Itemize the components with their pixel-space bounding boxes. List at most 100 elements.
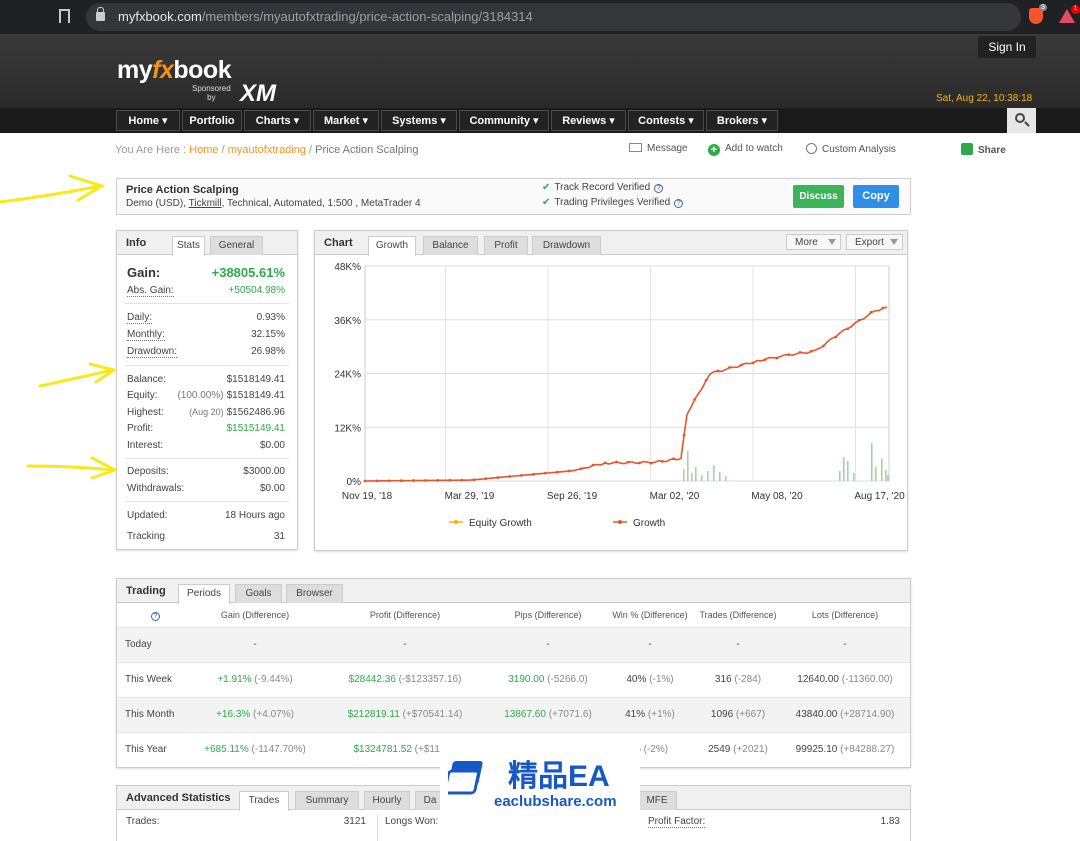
growth-point [869, 310, 873, 314]
growth-point [375, 479, 379, 483]
nav-community[interactable]: Community ▾ [459, 110, 549, 131]
brave-rewards-icon[interactable]: 1 [1059, 5, 1080, 23]
breadcrumb-user[interactable]: myautofxtrading [228, 144, 306, 156]
broker-link[interactable]: Tickmill [189, 198, 222, 209]
tab-drawdown[interactable]: Drawdown [532, 236, 601, 255]
growth-point [448, 478, 452, 482]
copy-button[interactable]: Copy [853, 185, 899, 208]
xm-logo[interactable]: XM [240, 80, 276, 108]
myfxbook-logo[interactable]: myfxbook [117, 56, 232, 85]
watermark: 精品EA eaclubshare.com [440, 745, 640, 841]
annotation-arrow [0, 174, 106, 204]
tab-profit[interactable]: Profit [484, 236, 528, 255]
nav-search-button[interactable] [1007, 108, 1036, 133]
growth-point [399, 479, 403, 483]
growth-point [704, 378, 708, 382]
growth-point [775, 356, 779, 360]
volume-bar [885, 470, 887, 481]
table-cell: +16.3% (+4.07%) [216, 709, 294, 720]
period-label: This Year [125, 744, 167, 755]
legend-growth[interactable]: Growth [633, 518, 665, 529]
url-text[interactable]: myfxbook.com/members/myautofxtrading/pri… [118, 9, 533, 24]
legend-equity-growth[interactable]: Equity Growth [469, 518, 532, 529]
export-dropdown[interactable]: Export [846, 234, 903, 250]
sign-in-button[interactable]: Sign In [978, 36, 1036, 58]
y-tick-label: 24K% [334, 370, 361, 381]
growth-point [787, 353, 791, 357]
browser-toolbar: myfxbook.com/members/myautofxtrading/pri… [0, 0, 1080, 34]
growth-point [387, 479, 391, 483]
tab-periods[interactable]: Periods [178, 584, 230, 604]
growth-point [531, 472, 535, 476]
system-subtitle: Demo (USD), Tickmill, Technical, Automat… [126, 198, 421, 209]
breadcrumb-current: Price Action Scalping [315, 144, 419, 156]
more-dropdown[interactable]: More [786, 234, 841, 250]
watermark-url: eaclubshare.com [494, 793, 617, 810]
growth-point [508, 475, 512, 478]
message-link[interactable]: Message [629, 143, 688, 154]
volume-bar [695, 467, 697, 481]
volume-bar [875, 467, 877, 481]
breadcrumb-home[interactable]: Home [189, 144, 218, 156]
info-panel: Info Stats General Gain: +38805.61% Abs. … [116, 230, 298, 550]
discuss-button[interactable]: Discuss [793, 185, 844, 208]
tab-goals[interactable]: Goals [235, 584, 282, 603]
nav-portfolio[interactable]: Portfolio [182, 110, 242, 131]
plus-icon: + [708, 144, 720, 156]
period-label: Today [125, 639, 152, 650]
tab-stats[interactable]: Stats [172, 236, 205, 256]
growth-point [649, 461, 653, 465]
nav-contests[interactable]: Contests ▾ [628, 110, 704, 131]
add-to-watch-link[interactable]: + Add to watch [708, 143, 783, 156]
address-bar[interactable]: myfxbook.com/members/myautofxtrading/pri… [86, 3, 1021, 31]
column-header: Profit (Difference) [369, 610, 441, 620]
custom-analysis-link[interactable]: Custom Analysis [806, 143, 896, 155]
bookmark-icon[interactable] [59, 9, 70, 23]
x-tick-label: Mar 29, '19 [445, 491, 495, 502]
chevron-down-icon [890, 239, 898, 245]
growth-point [543, 471, 547, 475]
nav-charts[interactable]: Charts ▾ [244, 110, 311, 131]
growth-point [615, 460, 618, 464]
trading-privileges-verified: ✔ Trading Privileges Verified? [542, 197, 684, 208]
growth-point [484, 477, 488, 481]
share-icon [961, 143, 973, 155]
y-tick-label: 12K% [334, 423, 361, 434]
growth-point [496, 476, 500, 479]
nav-home[interactable]: Home ▾ [116, 110, 180, 131]
screen: { "browser": { "url_host": "myfxbook.com… [0, 0, 1080, 841]
tab-hourly[interactable]: Hourly [364, 791, 410, 810]
table-cell: +1.91% (-9.44%) [217, 674, 293, 685]
growth-point [672, 457, 675, 461]
growth-point [881, 306, 885, 310]
nav-systems[interactable]: Systems ▾ [381, 110, 457, 131]
tab-growth[interactable]: Growth [368, 236, 416, 256]
tab-general[interactable]: General [210, 236, 263, 255]
nav-reviews[interactable]: Reviews ▾ [551, 110, 626, 131]
help-icon[interactable]: ? [654, 184, 664, 193]
nav-market[interactable]: Market ▾ [313, 110, 379, 131]
period-label: This Month [125, 709, 175, 720]
volume-bar [683, 469, 685, 481]
volume-bar [853, 473, 855, 481]
legend-marker [618, 520, 622, 524]
growth-point [739, 363, 743, 367]
column-header: Gain (Difference) [220, 610, 290, 620]
tab-trades[interactable]: Trades [239, 791, 289, 811]
brave-shield-icon[interactable]: 3 [1029, 4, 1047, 24]
x-tick-label: May 08, '20 [751, 491, 803, 502]
y-tick-label: 0% [347, 477, 362, 488]
growth-point [436, 478, 440, 482]
share-link[interactable]: Share [961, 143, 1006, 156]
tab-balance[interactable]: Balance [423, 236, 478, 255]
trading-title: Trading [126, 585, 166, 597]
help-icon[interactable]: ? [151, 612, 160, 621]
tab-browser[interactable]: Browser [286, 584, 343, 603]
nav-brokers[interactable]: Brokers ▾ [706, 110, 778, 131]
growth-chart[interactable]: 48K% 36K% 24K% 12K% 0% Nov 19, '18 Mar 29, '19… [315, 256, 909, 552]
tab-summary[interactable]: Summary [295, 791, 359, 810]
help-icon[interactable]: ? [674, 199, 684, 208]
chart-panel: Chart Growth Balance Profit Drawdown Mor… [314, 230, 908, 551]
tab-mfe[interactable]: MFE [637, 791, 677, 810]
x-tick-label: Mar 02, '20 [650, 491, 700, 502]
